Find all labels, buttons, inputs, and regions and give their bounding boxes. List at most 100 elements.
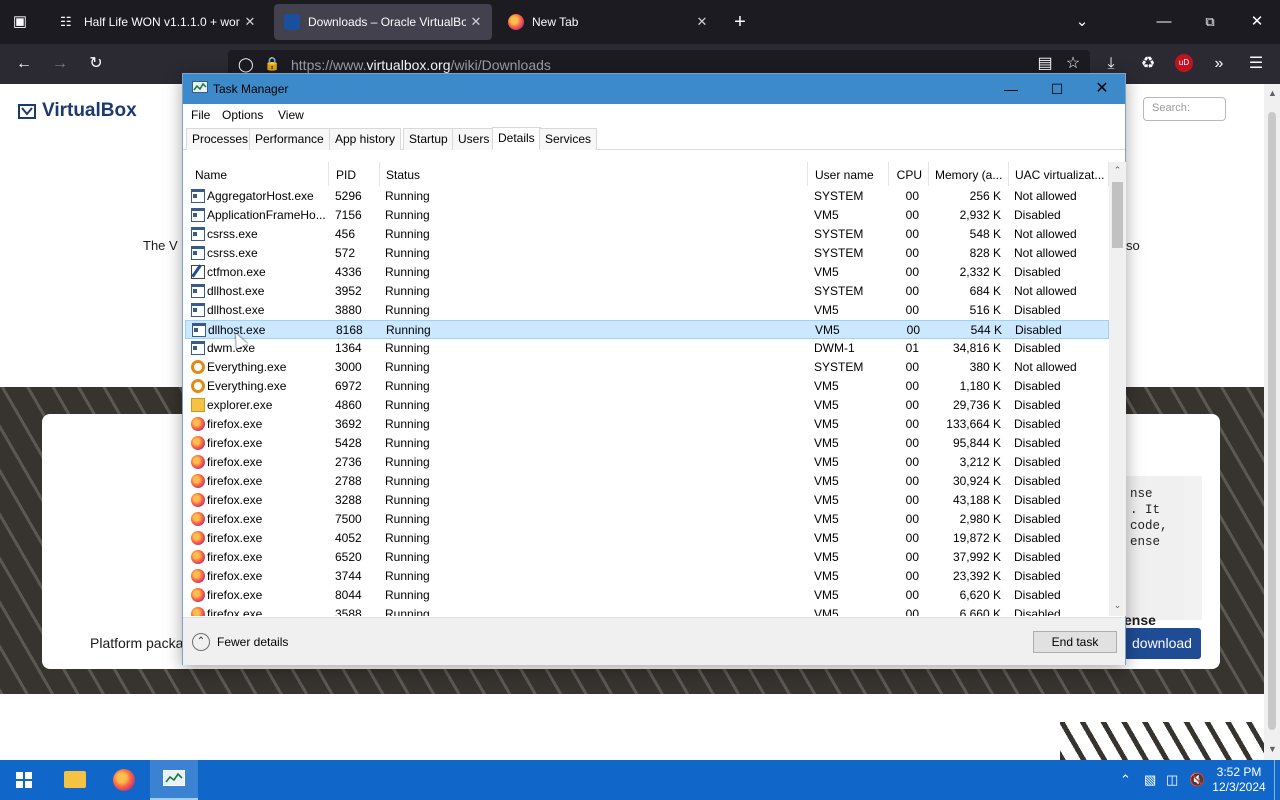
table-row[interactable]: firefox.exe 2736 Running VM5 00 3,212 K Disabl…	[185, 453, 1109, 472]
table-row[interactable]: csrss.exe 572 Running SYSTEM 00 828 K Not allo…	[185, 244, 1109, 263]
restore-icon[interactable]: ⧉	[1200, 12, 1220, 32]
browser-tab-half-life[interactable]: ☷ Half Life WON v1.1.1.0 + working ✕	[50, 4, 266, 40]
show-hidden-icons-chevron-icon[interactable]: ⌃	[1120, 772, 1131, 788]
list-all-tabs-chevron-icon[interactable]: ⌄	[1072, 12, 1092, 32]
scroll-down-arrow-icon[interactable]: ▼	[1268, 744, 1277, 754]
table-row[interactable]: ctfmon.exe 4336 Running VM5 00 2,332 K Disable…	[185, 263, 1109, 282]
table-scroll-thumb[interactable]	[1112, 182, 1123, 248]
table-row[interactable]: firefox.exe 3588 Running VM5 00 6,660 K Disabl…	[185, 605, 1109, 616]
browser-tab-virtualbox[interactable]: Downloads – Oracle VirtualBox ✕	[274, 4, 492, 40]
column-header-name[interactable]: Name	[189, 162, 329, 186]
column-header-status[interactable]: Status	[380, 162, 808, 186]
forward-arrow-icon[interactable]: →	[50, 54, 70, 74]
tab-services[interactable]: Services	[539, 128, 598, 150]
browser-tab-new-tab[interactable]: New Tab ✕	[498, 4, 718, 40]
scroll-down-arrow-icon[interactable]: ⌄	[1109, 600, 1126, 611]
column-header-memory[interactable]: Memory (a...	[929, 162, 1009, 186]
volume-muted-icon[interactable]: 🔇	[1189, 772, 1205, 788]
network-icon[interactable]: ◫	[1166, 772, 1178, 788]
cell-memory: 95,844 K	[952, 436, 1001, 450]
tab-processes[interactable]: Processes	[186, 128, 255, 150]
table-row[interactable]: Everything.exe 3000 Running SYSTEM 00 380 K No…	[185, 358, 1109, 377]
table-row[interactable]: firefox.exe 7500 Running VM5 00 2,980 K Disabl…	[185, 510, 1109, 529]
cell-cpu: 00	[905, 550, 919, 564]
table-scrollbar[interactable]: ⌃ ⌄	[1109, 162, 1126, 616]
scroll-up-arrow-icon[interactable]: ▲	[1268, 88, 1277, 98]
table-row[interactable]: firefox.exe 3744 Running VM5 00 23,392 K Disab…	[185, 567, 1109, 586]
minimize-icon[interactable]: —	[988, 74, 1034, 104]
cell-uac: Disabled	[1014, 417, 1061, 431]
table-row[interactable]: firefox.exe 3692 Running VM5 00 133,664 K Disa…	[185, 415, 1109, 434]
table-row[interactable]: explorer.exe 4860 Running VM5 00 29,736 K Disa…	[185, 396, 1109, 415]
tab-app-history[interactable]: App history	[329, 128, 402, 150]
tab-overview-icon[interactable]: ▣	[10, 12, 30, 32]
ublock-origin-icon[interactable]: uD	[1175, 54, 1193, 72]
table-row[interactable]: Everything.exe 6972 Running VM5 00 1,180 K Dis…	[185, 377, 1109, 396]
close-window-icon[interactable]: ✕	[1247, 12, 1267, 32]
download-button[interactable]: download	[1124, 628, 1201, 659]
more-tools-chevron-icon[interactable]: »	[1209, 54, 1229, 74]
page-scroll-thumb[interactable]	[1268, 112, 1276, 730]
taskbar-task-manager[interactable]	[150, 760, 198, 800]
tab-details[interactable]: Details	[492, 127, 541, 150]
tab-performance[interactable]: Performance	[249, 128, 330, 150]
close-tab-icon[interactable]: ✕	[466, 14, 486, 30]
table-row[interactable]: ApplicationFrameHo... 7156 Running VM5 00 2,9…	[185, 206, 1109, 225]
taskbar-file-explorer[interactable]	[50, 760, 98, 800]
column-header-pid[interactable]: PID	[330, 162, 380, 186]
back-arrow-icon[interactable]: ←	[14, 54, 34, 74]
table-row[interactable]: dllhost.exe 8168 Running VM5 00 544 K Disabled	[185, 320, 1109, 339]
tab-users[interactable]: Users	[452, 128, 496, 150]
fewer-details-link[interactable]: Fewer details	[217, 635, 288, 649]
table-row[interactable]: dllhost.exe 3880 Running VM5 00 516 K Disabled	[185, 301, 1109, 320]
extensions-puzzle-icon[interactable]: ♻	[1138, 54, 1158, 74]
cell-uac: Disabled	[1014, 208, 1061, 222]
menu-file[interactable]: File	[191, 108, 210, 122]
table-row[interactable]: dllhost.exe 3952 Running SYSTEM 00 684 K Not a…	[185, 282, 1109, 301]
device-icon[interactable]: ▧	[1144, 772, 1156, 788]
minimize-icon[interactable]: —	[1154, 12, 1174, 32]
tab-startup[interactable]: Startup	[403, 128, 454, 150]
virtualbox-logo[interactable]: VirtualBox	[18, 100, 137, 122]
cell-user-name: VM5	[814, 569, 839, 583]
show-desktop-button[interactable]	[1274, 760, 1280, 800]
close-tab-icon[interactable]: ✕	[240, 14, 260, 30]
close-tab-icon[interactable]: ✕	[692, 14, 712, 30]
table-row[interactable]: dwm.exe 1364 Running DWM-1 01 34,816 K Disable…	[185, 339, 1109, 358]
shield-icon[interactable]: ◯	[238, 56, 254, 73]
table-row[interactable]: firefox.exe 8044 Running VM5 00 6,620 K Disabl…	[185, 586, 1109, 605]
menu-options[interactable]: Options	[222, 108, 263, 122]
task-manager-titlebar[interactable]: Task Manager — ☐ ✕	[183, 74, 1125, 104]
table-row[interactable]: csrss.exe 456 Running SYSTEM 00 548 K Not allo…	[185, 225, 1109, 244]
license-text-box[interactable]: nse . It code, ense	[1120, 476, 1202, 620]
table-row[interactable]: firefox.exe 6520 Running VM5 00 37,992 K Disab…	[185, 548, 1109, 567]
taskbar-firefox[interactable]	[100, 760, 148, 800]
table-row[interactable]: firefox.exe 2788 Running VM5 00 30,924 K Disab…	[185, 472, 1109, 491]
table-row[interactable]: firefox.exe 3288 Running VM5 00 43,188 K Disab…	[185, 491, 1109, 510]
reload-icon[interactable]: ↻	[86, 54, 106, 74]
table-row[interactable]: firefox.exe 4052 Running VM5 00 19,872 K Disab…	[185, 529, 1109, 548]
license-scrollbar[interactable]	[1184, 476, 1202, 620]
lock-icon[interactable]: 🔒	[264, 56, 280, 72]
column-header-user-name[interactable]: User name	[809, 162, 889, 186]
site-search-input[interactable]: Search:	[1143, 97, 1226, 121]
hamburger-menu-icon[interactable]: ☰	[1246, 54, 1266, 74]
close-icon[interactable]: ✕	[1079, 74, 1125, 104]
bookmark-star-icon[interactable]: ☆	[1063, 54, 1083, 74]
chevron-up-icon[interactable]: ⌃	[192, 633, 210, 651]
column-header-cpu[interactable]: CPU	[889, 162, 929, 186]
url-text[interactable]: https://www.virtualbox.org/wiki/Download…	[291, 57, 551, 73]
new-tab-plus-icon[interactable]: +	[730, 12, 750, 32]
clock[interactable]: 3:52 PM 12/3/2024	[1212, 765, 1266, 795]
table-row[interactable]: firefox.exe 5428 Running VM5 00 95,844 K Disab…	[185, 434, 1109, 453]
page-scrollbar[interactable]: ▲ ▼	[1264, 84, 1280, 760]
scroll-up-arrow-icon[interactable]: ⌃	[1109, 165, 1126, 176]
column-header-uac-virtualization[interactable]: UAC virtualizat...	[1009, 162, 1109, 186]
start-button[interactable]	[0, 760, 48, 800]
reader-view-icon[interactable]: ▤	[1035, 54, 1055, 74]
table-row[interactable]: AggregatorHost.exe 5296 Running SYSTEM 00 256…	[185, 187, 1109, 206]
end-task-button[interactable]: End task	[1033, 631, 1117, 653]
menu-view[interactable]: View	[278, 108, 304, 122]
downloads-icon[interactable]: ⤓	[1101, 54, 1121, 74]
maximize-icon[interactable]: ☐	[1034, 74, 1080, 104]
